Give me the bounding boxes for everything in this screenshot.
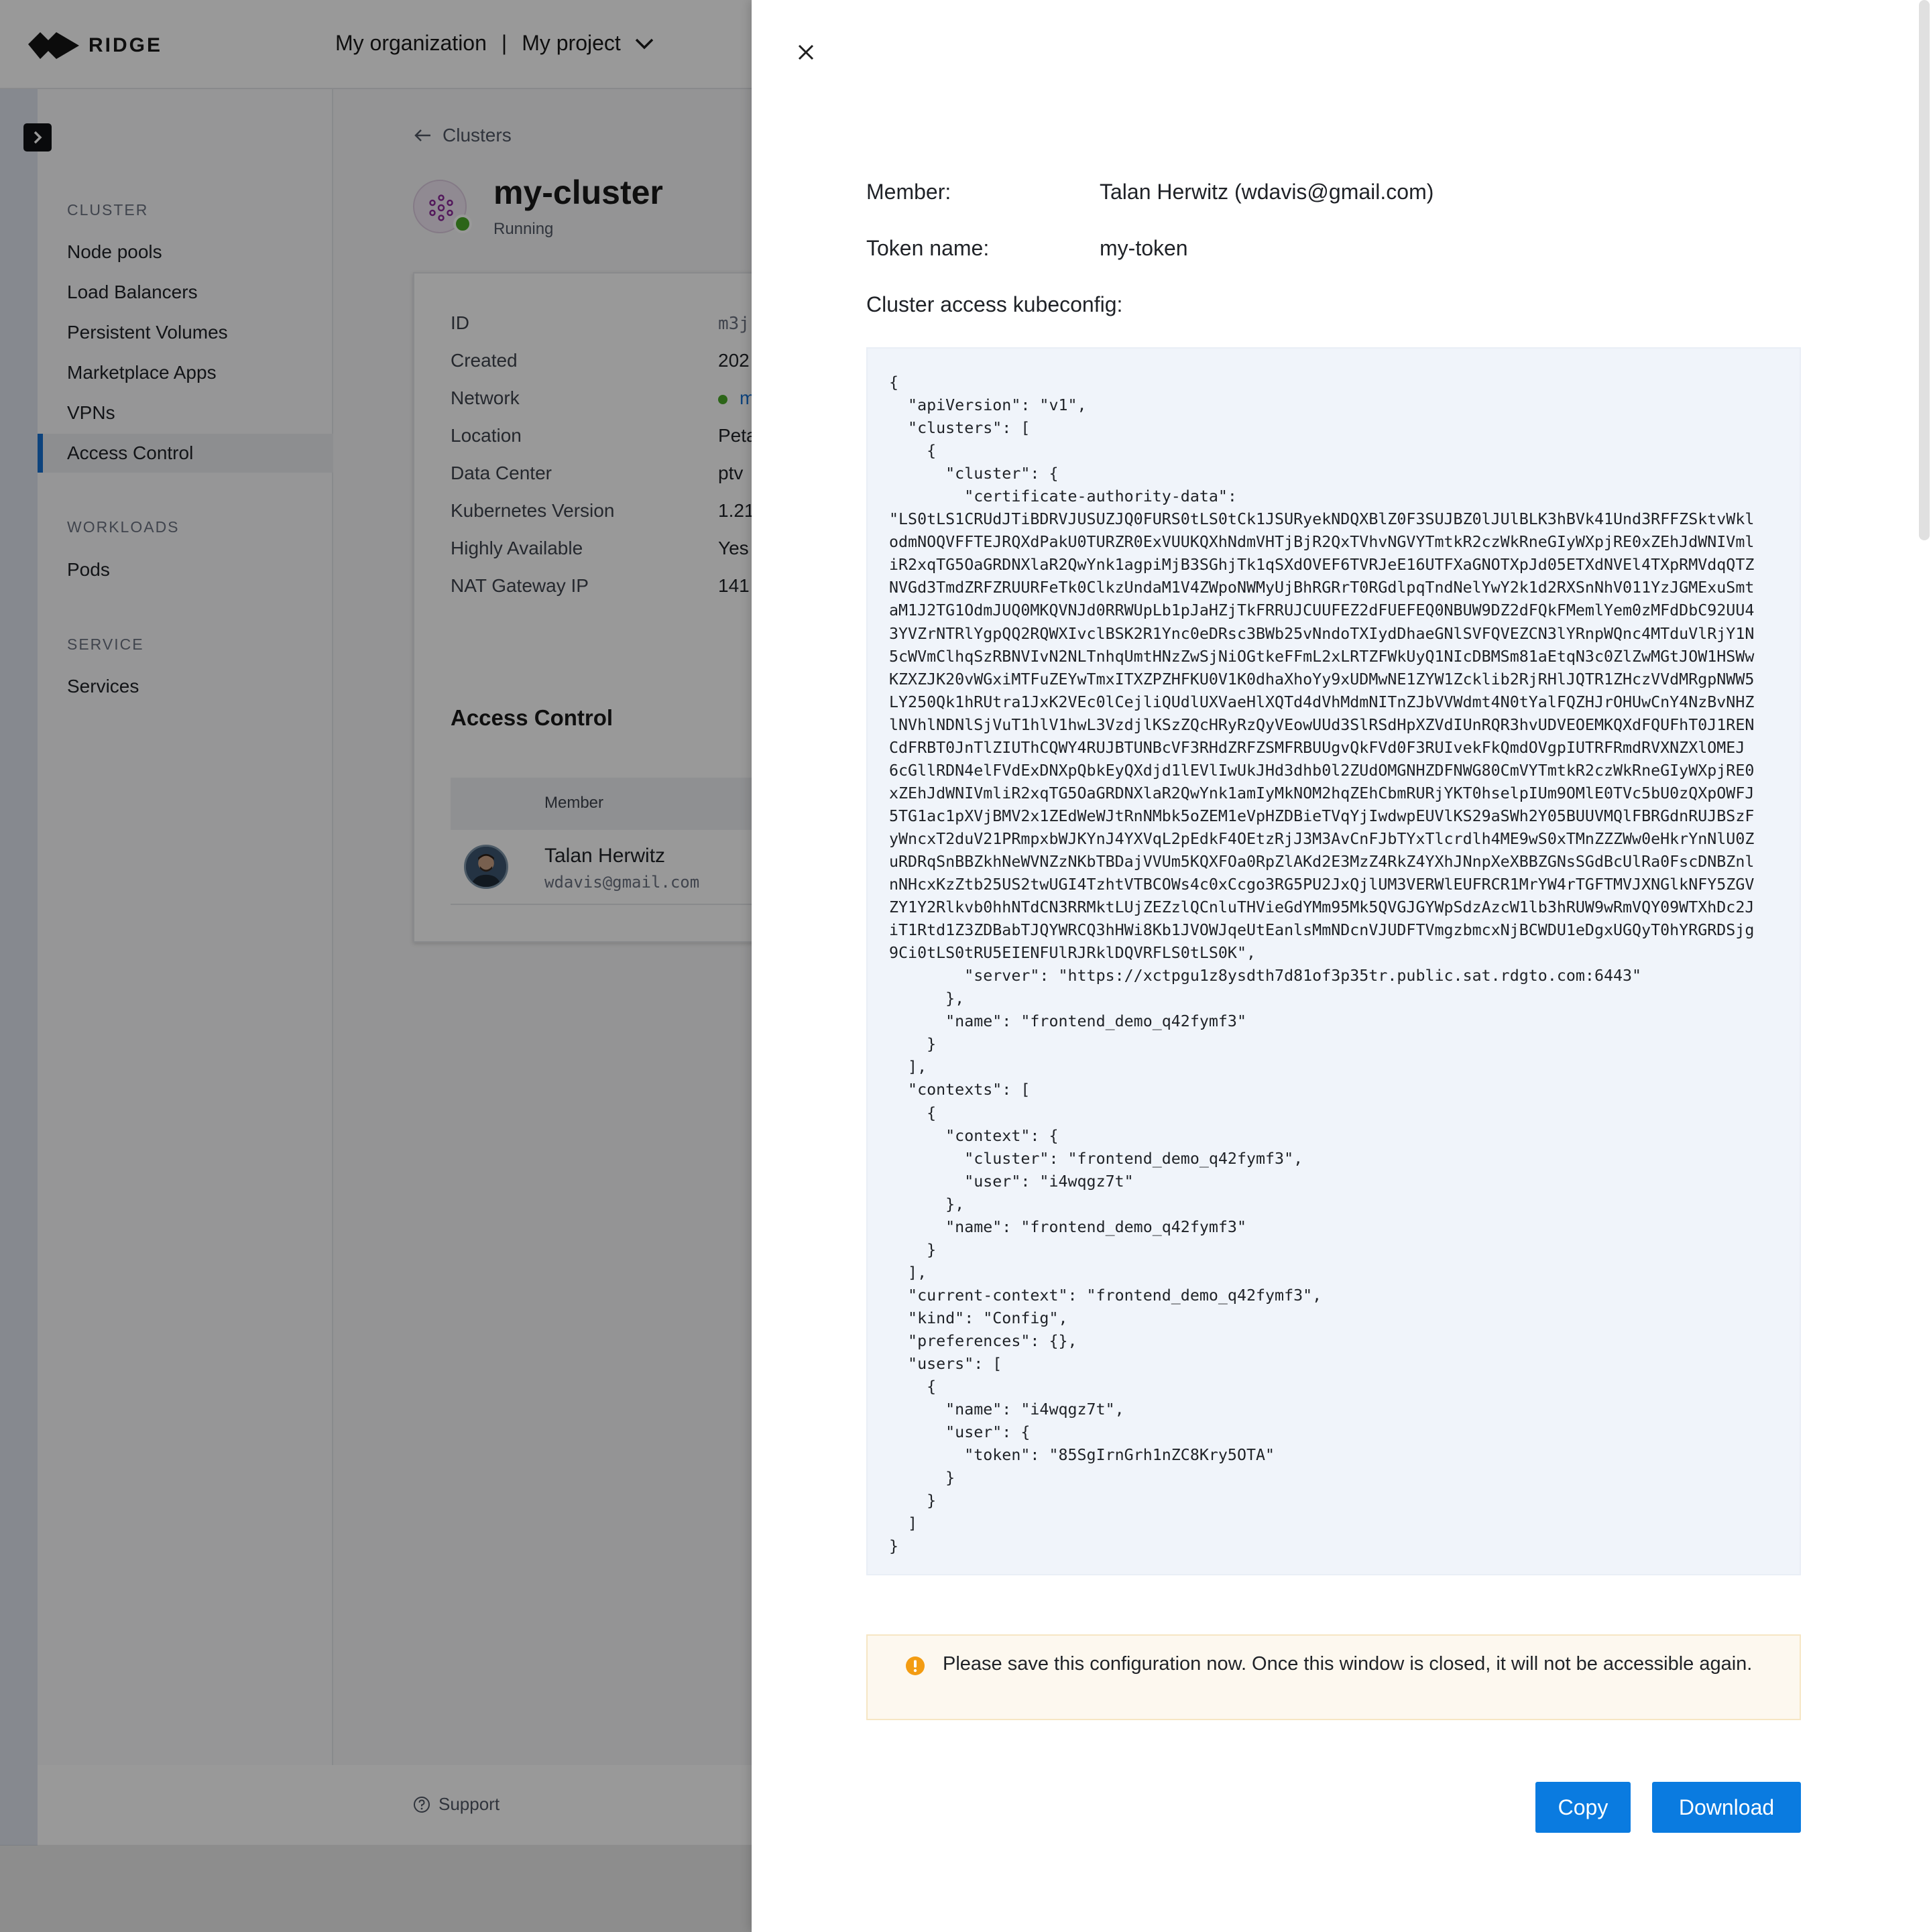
member-value: Talan Herwitz (wdavis@gmail.com) bbox=[1100, 180, 1434, 204]
save-warning-notice: Please save this configuration now. Once… bbox=[866, 1634, 1801, 1720]
member-label: Member: bbox=[866, 180, 951, 204]
token-name-label: Token name: bbox=[866, 236, 990, 260]
token-name-value: my-token bbox=[1100, 236, 1188, 260]
background-app: RIDGE My organization | My project CLUST… bbox=[0, 0, 752, 1932]
kubeconfig-code-block[interactable]: { "apiVersion": "v1", "clusters": [ { "c… bbox=[866, 347, 1801, 1575]
download-button[interactable]: Download bbox=[1652, 1782, 1801, 1833]
save-warning-text: Please save this configuration now. Once… bbox=[943, 1653, 1753, 1675]
kubeconfig-label: Cluster access kubeconfig: bbox=[866, 292, 1123, 316]
exclamation-circle-icon bbox=[906, 1656, 925, 1675]
copy-button[interactable]: Copy bbox=[1535, 1782, 1631, 1833]
modal-backdrop[interactable] bbox=[0, 0, 752, 1932]
close-icon bbox=[798, 44, 814, 60]
drawer-scrollbar[interactable] bbox=[1919, 0, 1930, 540]
close-button[interactable] bbox=[793, 39, 819, 66]
kubeconfig-text[interactable]: { "apiVersion": "v1", "clusters": [ { "c… bbox=[889, 371, 1788, 1558]
